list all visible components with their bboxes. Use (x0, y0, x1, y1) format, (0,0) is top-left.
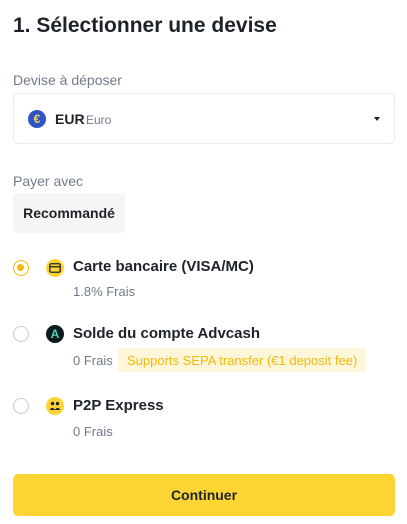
page-title: 1. Sélectionner une devise (13, 14, 277, 37)
sepa-info-badge: Supports SEPA transfer (€1 deposit fee) (118, 348, 367, 372)
method-fee: 1.8% Frais (73, 284, 136, 299)
p2p-users-icon (46, 397, 64, 415)
advcash-logo-icon: A (46, 325, 64, 343)
currency-name: Euro (86, 113, 112, 127)
method-fee: 0 Frais (73, 424, 113, 439)
credit-card-icon (46, 259, 64, 277)
continue-button[interactable]: Continuer (13, 474, 395, 516)
deposit-currency-label: Devise à déposer (13, 72, 122, 88)
pay-with-label: Payer avec (13, 173, 84, 189)
method-name: Solde du compte Advcash (73, 325, 260, 342)
method-name: Carte bancaire (VISA/MC) (73, 258, 254, 275)
currency-code: EUR (55, 111, 85, 127)
euro-coin-icon: € (28, 110, 46, 128)
radio-p2p[interactable] (13, 398, 29, 414)
tab-recommended[interactable]: Recommandé (13, 193, 125, 233)
method-name: P2P Express (73, 397, 164, 414)
method-fee: 0 Frais (73, 353, 113, 368)
radio-advcash[interactable] (13, 326, 29, 342)
radio-card[interactable] (13, 260, 29, 276)
chevron-down-icon (374, 117, 380, 121)
currency-select[interactable]: € EUR Euro (13, 93, 395, 144)
